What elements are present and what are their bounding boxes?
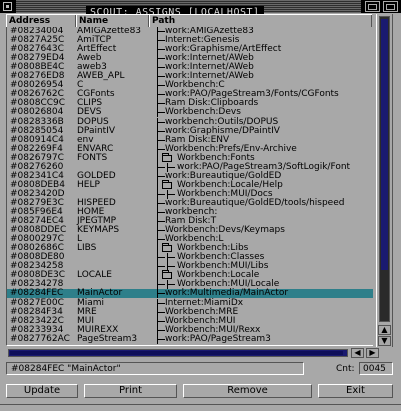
tree-line: [157, 307, 165, 317]
update-button[interactable]: Update: [6, 384, 78, 398]
scout-window: SCOUT: ASSIGNS [LOCALHOST] Address Name …: [0, 0, 401, 411]
tree-line: [157, 334, 165, 344]
row-address: #0827762AC: [10, 333, 70, 344]
column-address[interactable]: Address: [6, 15, 76, 27]
tree-line: [157, 208, 165, 217]
tree-line: [157, 135, 165, 145]
tree-line: [157, 54, 165, 64]
title-bar[interactable]: SCOUT: ASSIGNS [LOCALHOST]: [0, 0, 401, 19]
tree-line: [157, 144, 165, 154]
folder-icon: [162, 270, 172, 280]
tree-line: [157, 81, 165, 91]
scroll-down-arrow-icon[interactable]: ▼: [378, 336, 391, 346]
close-gadget-icon[interactable]: [3, 2, 12, 11]
vertical-scrollbar[interactable]: ▲ ▼: [376, 14, 393, 347]
folder-icon: [162, 179, 172, 189]
folder-icon: [162, 152, 172, 162]
tree-line: [157, 45, 165, 55]
column-name[interactable]: Name: [76, 15, 149, 27]
exit-button[interactable]: Exit: [318, 384, 393, 398]
count-value-box: 0045: [359, 362, 393, 375]
tree-line: [157, 90, 165, 100]
column-header: Address Name Path: [6, 14, 372, 28]
tree-line: [157, 198, 165, 208]
list-row[interactable]: #0827762AC PageStream3 work:PAO/PageStream…: [7, 333, 373, 344]
selection-status: #08284FEC "MainActor": [6, 362, 304, 375]
scroll-right-arrow-icon[interactable]: ▶: [366, 348, 379, 358]
row-path: work:PAO/PageStream3: [165, 333, 271, 344]
tree-line: [157, 126, 165, 136]
tree-line: [157, 117, 165, 127]
tree-line: [157, 108, 165, 118]
row-name: PageStream3: [77, 333, 138, 344]
tree-line: [157, 153, 158, 163]
tree-line: [157, 171, 165, 181]
tree-line: [157, 298, 165, 308]
scroll-left-arrow-icon[interactable]: ◀: [351, 348, 364, 358]
horizontal-scrollbar[interactable]: ◀ ▶: [6, 348, 379, 359]
zoom-gadget-icon[interactable]: [365, 1, 380, 12]
tree-line: [157, 244, 158, 254]
column-path[interactable]: Path: [149, 15, 372, 27]
tree-line: [157, 262, 165, 272]
horizontal-scroll-knob[interactable]: [10, 351, 343, 355]
tree-line: [157, 63, 165, 73]
window-bottom-border: [0, 404, 401, 405]
tree-line: [167, 253, 175, 263]
tree-line: [157, 253, 165, 263]
count-value: 0045: [363, 364, 386, 374]
tree-line: [157, 316, 165, 326]
tree-line: [157, 180, 158, 190]
tree-line: [157, 27, 165, 36]
tree-line: [157, 280, 165, 290]
tree-line: [157, 289, 165, 299]
tree-line: [157, 36, 165, 46]
tree-line: [157, 72, 165, 82]
title-drag-bar[interactable]: SCOUT: ASSIGNS [LOCALHOST]: [16, 0, 361, 19]
tree-line: [157, 235, 165, 245]
folder-icon: [162, 243, 172, 253]
print-button[interactable]: Print: [84, 384, 177, 398]
depth-gadget-icon[interactable]: [383, 1, 398, 12]
tree-line: [157, 325, 165, 335]
tree-line: [157, 217, 165, 227]
assigns-list[interactable]: #08234004 AMIGAzette83 work:AMIGAzette83 #0…: [6, 27, 373, 346]
vertical-scroll-knob[interactable]: [381, 19, 388, 270]
tree-line: [157, 226, 165, 236]
tree-line: [157, 271, 158, 281]
tree-line: [157, 99, 165, 109]
horizontal-scroll-trough[interactable]: [8, 349, 348, 357]
scroll-up-arrow-icon[interactable]: ▲: [378, 325, 391, 335]
status-text: #08284FEC "MainActor": [11, 364, 121, 374]
count-label: Cnt:: [336, 364, 355, 374]
tree-line: [157, 189, 165, 199]
tree-line: [157, 162, 165, 172]
remove-button[interactable]: Remove: [183, 384, 312, 398]
vertical-scroll-trough[interactable]: [379, 16, 390, 322]
